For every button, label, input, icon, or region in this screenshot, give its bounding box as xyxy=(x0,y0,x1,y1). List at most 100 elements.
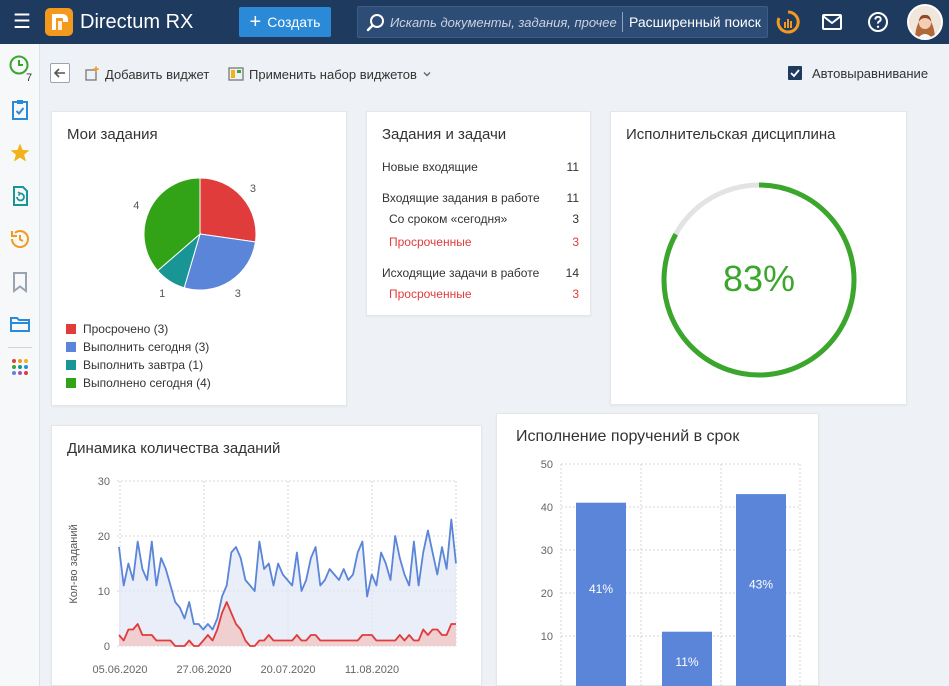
y-tick-label: 40 xyxy=(541,502,553,514)
y-tick-label: 10 xyxy=(98,586,110,598)
pie-slice-label-2: 3 xyxy=(235,288,241,300)
legend-label-done-today: Выполнено сегодня (4) xyxy=(83,376,211,390)
user-avatar[interactable] xyxy=(907,4,943,40)
row-incoming-overdue[interactable]: Просроченные 3 xyxy=(389,235,579,249)
y-tick-label: 30 xyxy=(541,545,553,557)
apps-grid-icon[interactable] xyxy=(8,355,32,379)
star-icon[interactable] xyxy=(8,141,32,165)
x-tick-label: 20.07.2020 xyxy=(260,664,315,676)
legend-label-overdue: Просрочено (3) xyxy=(83,322,169,336)
row-due-today[interactable]: Со сроком «сегодня» 3 xyxy=(389,212,579,226)
bookmark-icon[interactable] xyxy=(8,270,32,294)
row-label: Просроченные xyxy=(389,235,472,249)
performance-chart-icon[interactable] xyxy=(776,10,800,34)
pie-slice-label-3: 1 xyxy=(159,288,165,300)
apply-widget-set-dropdown[interactable]: Применить набор виджетов xyxy=(228,64,432,84)
legend-overdue: Просрочено (3) xyxy=(66,321,266,337)
back-button[interactable] xyxy=(50,63,70,83)
hamburger-menu-icon[interactable]: ☰ xyxy=(10,8,34,36)
row-incoming-in-work[interactable]: Входящие задания в работе 11 xyxy=(382,191,579,205)
avatar-image xyxy=(909,6,941,38)
pie-slice-1 xyxy=(199,177,257,243)
discipline-widget: Исполнительская дисциплина 83% xyxy=(610,111,907,405)
legend-due-tomorrow: Выполнить завтра (1) xyxy=(66,357,266,373)
row-outgoing-overdue[interactable]: Просроченные 3 xyxy=(389,287,579,301)
advanced-search-link[interactable]: Расширенный поиск xyxy=(622,12,761,32)
row-value: 11 xyxy=(566,160,579,174)
pie-slice-label-4: 4 xyxy=(133,200,139,212)
help-icon[interactable] xyxy=(866,10,890,34)
autoalign-label: Автовыравнивание xyxy=(812,65,929,81)
folder-icon[interactable] xyxy=(8,312,32,336)
legend-swatch-done-today xyxy=(66,378,76,388)
directum-logo[interactable] xyxy=(45,8,73,36)
pie-slice-label-1: 3 xyxy=(250,183,256,195)
checklist-icon[interactable] xyxy=(8,98,32,122)
dynamics-widget: Динамика количества заданий 0 10 20 30 05.06… xyxy=(51,425,482,686)
add-widget-label: Добавить виджет xyxy=(105,66,210,82)
search-box: Расширенный поиск xyxy=(357,6,768,38)
create-button[interactable]: + Создать xyxy=(239,7,331,37)
row-label: Исходящие задачи в работе xyxy=(382,266,540,280)
brand-name: Directum RX xyxy=(80,11,194,33)
legend-label-due-tomorrow: Выполнить завтра (1) xyxy=(83,358,204,372)
row-value: 11 xyxy=(566,191,579,205)
widget-set-icon xyxy=(228,67,244,81)
y-tick-label: 50 xyxy=(541,459,553,471)
legend-done-today: Выполнено сегодня (4) xyxy=(66,375,266,391)
discipline-percent: 83% xyxy=(723,258,796,299)
x-tick-label: 05.06.2020 xyxy=(92,664,147,676)
add-widget-button[interactable]: Добавить виджет xyxy=(84,64,209,84)
my-tasks-widget: Мои задания 3314 Просрочено (3) Выполнит… xyxy=(51,111,347,406)
legend-swatch-due-today xyxy=(66,342,76,352)
y-tick-label: 10 xyxy=(541,631,553,643)
y-tick-label: 20 xyxy=(541,588,553,600)
row-label: Новые входящие xyxy=(382,160,478,174)
bar-value-label-2: 11% xyxy=(675,655,698,669)
search-icon[interactable] xyxy=(366,13,386,33)
legend-swatch-overdue xyxy=(66,324,76,334)
row-outgoing-in-work[interactable]: Исходящие задачи в работе 14 xyxy=(382,266,579,280)
add-widget-icon xyxy=(85,66,99,81)
ontime-widget: Исполнение поручений в срок 10 20 30 40 50 41… xyxy=(496,413,819,686)
checkmark-icon xyxy=(790,69,800,78)
legend-due-today: Выполнить сегодня (3) xyxy=(66,339,266,355)
search-input[interactable] xyxy=(390,7,620,37)
y-axis-label: Кол-во заданий xyxy=(68,524,80,603)
bar-value-label-1: 41% xyxy=(589,582,613,596)
document-refresh-icon[interactable] xyxy=(8,184,32,208)
row-label: Входящие задания в работе xyxy=(382,191,540,205)
apply-widget-set-label: Применить набор виджетов xyxy=(249,66,417,82)
checkbox-checked-icon xyxy=(788,66,802,80)
x-tick-label: 27.06.2020 xyxy=(176,664,231,676)
top-bar: ☰ Directum RX + Создать Расширенный поис… xyxy=(0,0,949,44)
row-value: 14 xyxy=(565,266,579,280)
history-icon[interactable] xyxy=(8,227,32,251)
create-label: Создать xyxy=(267,14,321,30)
legend-label-due-today: Выполнить сегодня (3) xyxy=(83,340,210,354)
autoalign-checkbox[interactable]: Автовыравнивание xyxy=(788,63,928,83)
row-label: Просроченные xyxy=(389,287,472,301)
tasks-assignments-widget: Задания и задачи Новые входящие 11 Входя… xyxy=(366,111,591,316)
arrow-left-icon xyxy=(53,68,65,78)
ontime-bar-chart: 10 20 30 40 50 41% 11% 43% xyxy=(541,459,801,686)
x-tick-label: 11.08.2020 xyxy=(345,664,399,676)
tasks-assignments-title: Задания и задачи xyxy=(382,126,507,143)
row-value: 3 xyxy=(572,287,579,301)
sidebar: 7 xyxy=(0,44,40,686)
sidebar-divider xyxy=(8,347,32,348)
tasks-badge: 7 xyxy=(26,72,33,84)
plus-icon: + xyxy=(249,11,262,33)
row-new-incoming[interactable]: Новые входящие 11 xyxy=(382,160,579,174)
chevron-down-icon xyxy=(423,72,431,77)
row-label: Со сроком «сегодня» xyxy=(389,212,508,226)
my-tasks-pie-chart: 3 3 1 4 xyxy=(133,177,257,300)
dynamics-area-chart: 0 10 20 30 05.06.2020 27.06.2020 20.07.2020 11.… xyxy=(68,476,457,676)
row-value: 3 xyxy=(572,212,579,226)
bar-value-label-3: 43% xyxy=(749,578,773,592)
y-tick-label: 20 xyxy=(98,531,110,543)
y-tick-label: 30 xyxy=(98,476,110,488)
row-value: 3 xyxy=(572,235,579,249)
y-tick-label: 0 xyxy=(104,641,110,653)
mail-icon[interactable] xyxy=(820,10,844,34)
